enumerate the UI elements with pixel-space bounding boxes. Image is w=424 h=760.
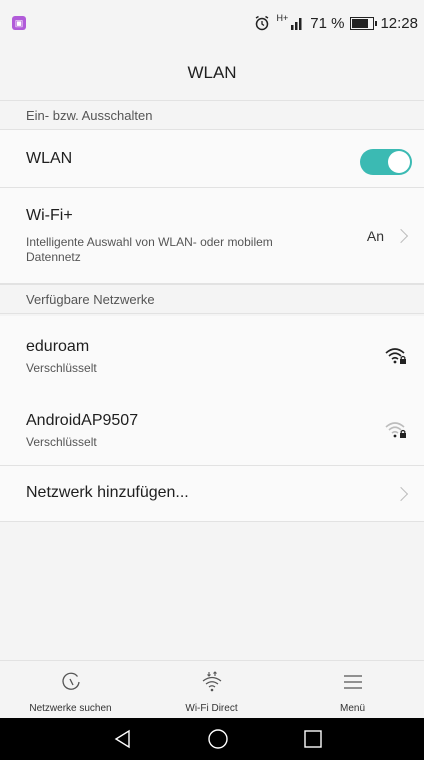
network-security: Verschlüsselt xyxy=(26,361,97,375)
network-ssid: eduroam xyxy=(26,338,90,355)
add-network-label: Netzwerk hinzufügen... xyxy=(26,484,189,501)
add-network-row[interactable]: Netzwerk hinzufügen... xyxy=(0,466,424,522)
alarm-clock-icon xyxy=(256,15,269,31)
empty-space xyxy=(0,522,424,660)
wifi-plus-row[interactable]: Wi-Fi+ Intelligente Auswahl von WLAN- od… xyxy=(0,188,424,284)
scan-networks-label: Netzwerke suchen xyxy=(29,703,112,714)
switch-knob xyxy=(388,151,410,173)
menu-icon xyxy=(343,675,362,689)
wifi-locked-weak-icon xyxy=(385,422,406,438)
network-type: H+ xyxy=(276,13,289,23)
status-indicators: H+ 71 % 12:28 xyxy=(254,12,418,34)
wifi-direct-label: Wi-Fi Direct xyxy=(185,703,238,714)
battery-percent: 71 % xyxy=(310,14,345,32)
home-icon[interactable] xyxy=(206,727,230,751)
wifi-plus-subtitle-line1: Intelligente Auswahl von WLAN- oder mobi… xyxy=(26,235,273,249)
menu-button[interactable]: Menü xyxy=(282,661,423,719)
clock: 12:28 xyxy=(380,14,418,32)
network-ssid: AndroidAP9507 xyxy=(26,412,139,429)
wifi-plus-title: Wi-Fi+ xyxy=(26,207,73,224)
wifi-direct-button[interactable]: Wi-Fi Direct xyxy=(141,661,282,719)
system-nav-bar xyxy=(0,718,424,760)
bottom-action-bar: Netzwerke suchen Wi-Fi Direct Menü xyxy=(0,660,424,719)
back-icon[interactable] xyxy=(111,727,135,751)
refresh-scan-icon xyxy=(61,672,80,690)
status-bar: ▣ H+ 71 % 12:28 xyxy=(0,0,424,46)
gallery-notification-icon: ▣ xyxy=(12,16,26,30)
menu-label: Menü xyxy=(339,703,365,714)
recents-icon[interactable] xyxy=(301,727,325,751)
wlan-label: WLAN xyxy=(26,150,73,167)
chevron-right-icon xyxy=(393,486,409,502)
chevron-right-icon xyxy=(393,228,409,244)
network-item-androidap9507[interactable]: AndroidAP9507 Verschlüsselt xyxy=(0,390,424,466)
wlan-switch[interactable] xyxy=(360,149,412,175)
wifi-plus-value: An xyxy=(366,228,384,244)
section-header-toggle: Ein- bzw. Ausschalten xyxy=(0,100,424,130)
section-header-label: Ein- bzw. Ausschalten xyxy=(26,108,153,123)
app-bar: WLAN xyxy=(0,46,424,100)
network-item-eduroam[interactable]: eduroam Verschlüsselt xyxy=(0,316,424,390)
section-header-networks: Verfügbare Netzwerke xyxy=(0,284,424,314)
wifi-direct-icon xyxy=(202,671,221,692)
section-header-label: Verfügbare Netzwerke xyxy=(26,292,155,307)
page-title: WLAN xyxy=(187,63,237,82)
scan-networks-button[interactable]: Netzwerke suchen xyxy=(0,661,141,719)
wifi-plus-subtitle-line2: Datennetz xyxy=(26,250,81,264)
wlan-toggle-row[interactable]: WLAN xyxy=(0,130,424,188)
wifi-locked-strong-icon xyxy=(385,348,406,364)
battery-icon xyxy=(350,16,378,30)
cell-signal-icon xyxy=(291,18,302,30)
network-security: Verschlüsselt xyxy=(26,435,97,449)
